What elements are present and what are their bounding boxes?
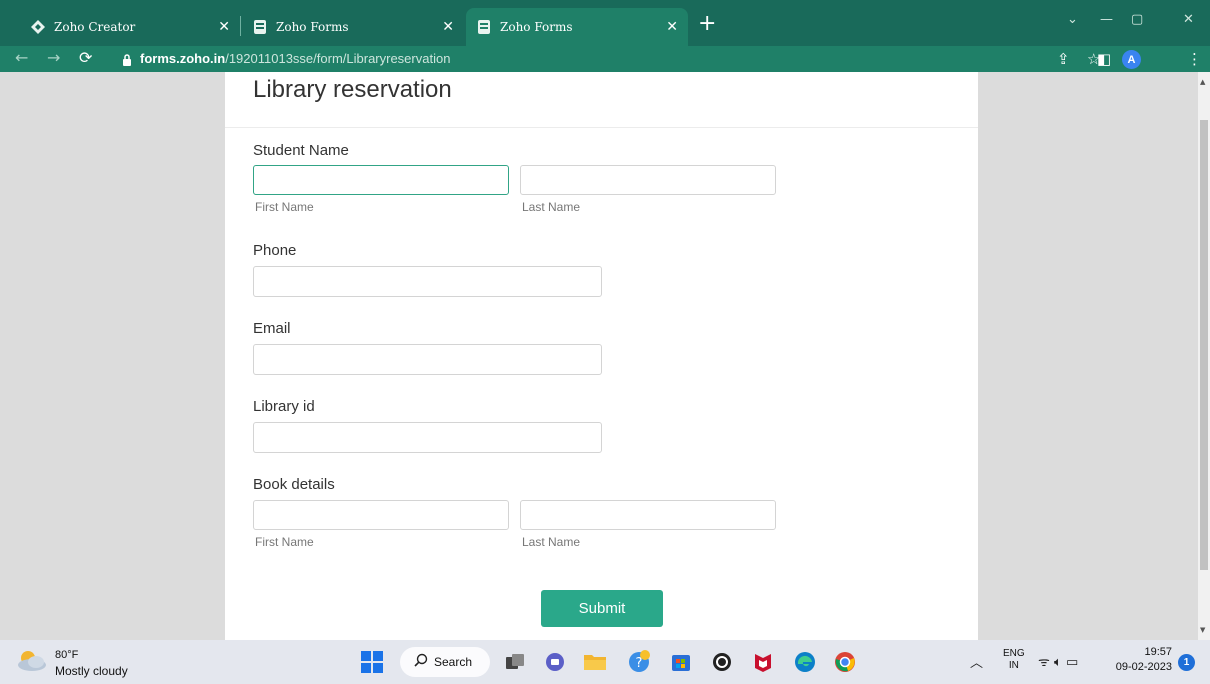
weather-temp: 80°F <box>55 649 79 661</box>
share-icon[interactable]: ⇪ <box>1057 50 1070 68</box>
tab-title: Zoho Forms <box>276 20 349 34</box>
book-first-name-sublabel: First Name <box>255 535 314 549</box>
title-divider <box>225 127 978 128</box>
windows-taskbar: 80°F Mostly cloudy Search ? ︿ ENG IN ᯤ 🔈… <box>0 640 1210 684</box>
phone-label: Phone <box>253 242 297 259</box>
chrome-icon[interactable] <box>833 650 857 674</box>
email-label: Email <box>253 320 291 337</box>
minimize-icon[interactable]: — <box>1100 12 1113 27</box>
form-card: Library reservation Student Name First N… <box>225 72 978 640</box>
student-last-name-input[interactable] <box>520 165 776 195</box>
reload-icon[interactable]: ⟳ <box>79 49 92 67</box>
clock-date[interactable]: 09-02-2023 <box>1097 661 1172 673</box>
tab-title: Zoho Creator <box>54 20 136 34</box>
form-title: Library reservation <box>253 76 452 103</box>
student-last-name-sublabel: Last Name <box>522 200 581 214</box>
close-window-icon[interactable]: ✕ <box>1183 12 1194 27</box>
scroll-up-icon[interactable]: ▲ <box>1200 78 1205 86</box>
page-viewport: Library reservation Student Name First N… <box>0 72 1198 640</box>
close-tab-icon[interactable]: ✕ <box>218 19 230 35</box>
file-explorer-icon[interactable] <box>583 650 607 674</box>
email-input[interactable] <box>253 344 602 375</box>
app-icon[interactable] <box>710 650 734 674</box>
forward-icon[interactable]: → <box>47 49 60 67</box>
url-domain: forms.zoho.in <box>140 51 226 66</box>
side-panel-icon[interactable]: ◧ <box>1097 50 1111 68</box>
tab-search-chevron-icon[interactable]: ⌄ <box>1067 12 1078 27</box>
language-indicator[interactable]: ENG IN <box>1003 648 1025 672</box>
windows-start-icon[interactable] <box>360 650 384 674</box>
taskbar-search[interactable]: Search <box>400 647 490 677</box>
weather-condition: Mostly cloudy <box>55 664 128 678</box>
page-scrollbar[interactable]: ▲ ▼ <box>1198 72 1210 640</box>
task-view-icon[interactable] <box>503 650 527 674</box>
phone-input[interactable] <box>253 266 602 297</box>
mcafee-icon[interactable] <box>751 650 775 674</box>
tray-overflow-icon[interactable]: ︿ <box>970 652 983 671</box>
edge-icon[interactable] <box>793 650 817 674</box>
book-details-label: Book details <box>253 476 335 493</box>
search-icon <box>414 653 428 672</box>
library-id-input[interactable] <box>253 422 602 453</box>
search-label: Search <box>434 655 473 669</box>
svg-text:?: ? <box>636 656 643 671</box>
student-name-label: Student Name <box>253 142 349 159</box>
language-code: ENG <box>1003 648 1025 659</box>
address-bar[interactable]: forms.zoho.in/192011013sse/form/Libraryr… <box>140 51 450 66</box>
browser-toolbar: ← → ⟳ forms.zoho.in/192011013sse/form/Li… <box>0 46 1210 72</box>
zoho-forms-icon <box>476 19 492 35</box>
zoho-creator-icon <box>30 19 46 35</box>
weather-cloud-icon[interactable] <box>14 649 48 678</box>
zoho-forms-icon <box>252 19 268 35</box>
back-icon[interactable]: ← <box>15 49 28 67</box>
student-first-name-input[interactable] <box>253 165 509 195</box>
book-last-name-input[interactable] <box>520 500 776 530</box>
help-icon[interactable]: ? <box>627 650 651 674</box>
volume-icon[interactable]: 🔈︎ <box>1054 655 1062 670</box>
tab-zoho-forms-active[interactable]: Zoho Forms ✕ <box>466 8 688 46</box>
lock-icon <box>122 53 132 71</box>
profile-avatar[interactable]: A <box>1122 50 1141 69</box>
tab-zoho-forms[interactable]: Zoho Forms ✕ <box>242 8 464 46</box>
wifi-icon[interactable]: ᯤ <box>1038 655 1050 670</box>
submit-button[interactable]: Submit <box>541 590 663 627</box>
browser-tab-strip: Zoho Creator ✕ Zoho Forms ✕ Zoho Forms ✕… <box>0 0 1210 46</box>
close-tab-icon[interactable]: ✕ <box>442 19 454 35</box>
region-code: IN <box>1008 660 1019 671</box>
url-path: /192011013sse/form/Libraryreservation <box>225 51 451 66</box>
restore-icon[interactable]: ▢ <box>1131 12 1143 27</box>
menu-kebab-icon[interactable]: ⋮ <box>1187 50 1202 68</box>
student-first-name-sublabel: First Name <box>255 200 314 214</box>
library-id-label: Library id <box>253 398 315 415</box>
scroll-down-icon[interactable]: ▼ <box>1200 626 1205 634</box>
close-tab-icon[interactable]: ✕ <box>666 19 678 35</box>
book-first-name-input[interactable] <box>253 500 509 530</box>
tab-title: Zoho Forms <box>500 20 573 34</box>
notification-badge[interactable]: 1 <box>1178 654 1195 671</box>
microsoft-store-icon[interactable] <box>669 650 693 674</box>
battery-icon[interactable]: ▭ <box>1066 655 1078 670</box>
teams-chat-icon[interactable] <box>543 650 567 674</box>
tray-icons[interactable]: ᯤ 🔈︎ ▭ <box>1038 652 1078 670</box>
clock-time[interactable]: 19:57 <box>1128 646 1172 658</box>
tab-divider <box>240 16 241 36</box>
book-last-name-sublabel: Last Name <box>522 535 581 549</box>
new-tab-button[interactable]: + <box>698 13 716 35</box>
scrollbar-thumb[interactable] <box>1200 120 1208 570</box>
tab-zoho-creator[interactable]: Zoho Creator ✕ <box>0 8 240 46</box>
